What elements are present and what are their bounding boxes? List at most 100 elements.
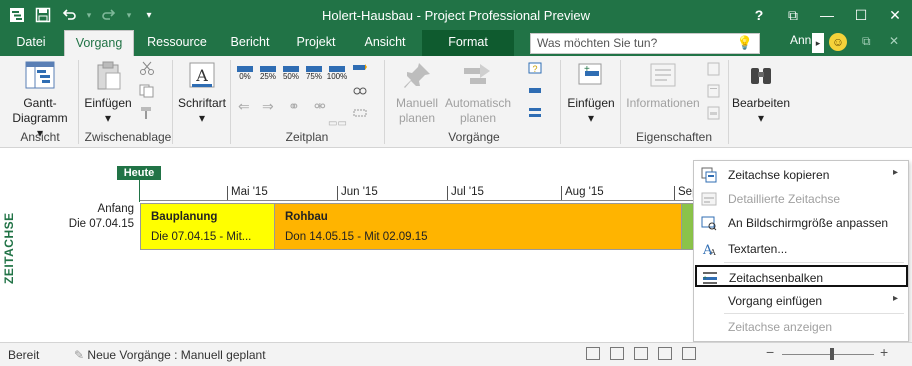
ribbon-display-options-button[interactable]: ⧉ <box>776 0 810 30</box>
menu-separator <box>724 313 904 314</box>
bar-title: Bauplanung <box>151 211 218 223</box>
feedback-smiley-icon[interactable]: ☺ <box>829 33 847 51</box>
schriftart-label: Schriftart <box>177 96 226 110</box>
cut-icon[interactable] <box>139 61 155 75</box>
respect-links-icon[interactable] <box>352 84 368 98</box>
group-label-ansicht: Ansicht <box>20 130 60 144</box>
pct-25-button[interactable]: 25% <box>257 66 279 81</box>
pct-50-button[interactable]: 50% <box>280 66 302 81</box>
view-shortcuts <box>586 347 696 360</box>
context-menu: Zeitachse kopieren ▸ Detaillierte Zeitac… <box>693 160 909 342</box>
menu-item-textarten[interactable]: AA Textarten... <box>696 238 906 260</box>
group-separator <box>560 60 561 144</box>
tab-vorgang[interactable]: Vorgang <box>64 30 134 56</box>
zoom-in-button[interactable]: + <box>880 344 888 360</box>
today-line <box>139 180 140 202</box>
timeline-bar-rohbau[interactable]: Rohbau Don 14.05.15 - Mit 02.09.15 <box>275 203 682 250</box>
fit-screen-icon <box>701 215 717 231</box>
menu-item-zeitachsenbalken[interactable]: + Zeitachsenbalken <box>695 265 908 287</box>
einfuegen-paste-button[interactable]: Einfügen ▾ <box>82 58 134 126</box>
zoom-slider[interactable]: − + <box>766 344 896 362</box>
einfuegen-task-button[interactable]: + Einfügen ▾ <box>564 58 618 126</box>
today-marker: Heute <box>117 166 161 180</box>
tab-ressource[interactable]: Ressource <box>138 30 216 56</box>
menu-item-label: Zeitachse anzeigen <box>728 320 833 334</box>
menu-item-zeitachse-anzeigen[interactable]: Zeitachse anzeigen <box>696 316 906 338</box>
user-name[interactable]: Ann <box>790 33 811 47</box>
ribbon-close-icon[interactable]: ✕ <box>889 34 899 48</box>
tab-ansicht[interactable]: Ansicht <box>350 30 420 56</box>
font-icon: A <box>186 60 218 92</box>
view-report-icon[interactable] <box>682 347 696 360</box>
view-resource-sheet-icon[interactable] <box>658 347 672 360</box>
add-to-timeline-icon[interactable] <box>706 106 722 120</box>
zoom-out-button[interactable]: − <box>766 344 774 360</box>
group-label-zeitplan: Zeitplan <box>285 130 329 144</box>
view-gantt-icon[interactable] <box>586 347 600 360</box>
move-task-icon[interactable] <box>528 84 544 98</box>
indent-icon[interactable]: ⇒ <box>262 98 274 115</box>
tell-me-search[interactable]: Was möchten Sie tun? 💡 <box>530 33 760 54</box>
ribbon-restore-icon[interactable]: ⧉ <box>862 34 871 49</box>
mode-icon[interactable] <box>528 106 544 120</box>
schriftart-arrow: ▾ <box>198 111 206 125</box>
outdent-icon[interactable]: ⇐ <box>238 98 250 115</box>
manuell-planen-button[interactable]: Manuell planen <box>392 58 442 126</box>
unlink-tasks-icon[interactable]: ⚮ <box>314 98 326 115</box>
details-icon[interactable] <box>706 84 722 98</box>
format-painter-icon[interactable] <box>139 106 155 120</box>
automatisch-planen-button[interactable]: Automatisch planen <box>442 58 514 126</box>
zoom-track[interactable] <box>782 354 874 355</box>
menu-item-detaillierte-zeitachse[interactable]: Detaillierte Zeitachse <box>696 188 906 210</box>
minimize-button[interactable]: — <box>810 0 844 30</box>
tab-format[interactable]: Format <box>422 30 514 56</box>
close-button[interactable]: ✕ <box>878 0 912 30</box>
status-bar: Bereit ✎ Neue Vorgänge : Manuell geplant… <box>0 342 912 366</box>
copy-icon[interactable] <box>139 84 155 98</box>
help-button[interactable]: ? <box>742 0 776 30</box>
group-label-zwischenablage: Zwischenablage <box>84 130 172 144</box>
menu-item-vorgang-einfuegen[interactable]: Vorgang einfügen ▸ <box>696 290 906 312</box>
start-label: Anfang <box>97 203 134 215</box>
bearbeiten-button[interactable]: Bearbeiten ▾ <box>730 58 792 126</box>
gantt-label-line1: Gantt- <box>23 96 57 110</box>
mark-on-track-icon[interactable] <box>352 62 368 76</box>
maximize-button[interactable]: ☐ <box>844 0 878 30</box>
month-label-jun: Jun '15 <box>337 186 378 200</box>
notes-icon[interactable] <box>706 62 722 76</box>
view-team-planner-icon[interactable] <box>634 347 648 360</box>
view-task-usage-icon[interactable] <box>610 347 624 360</box>
schriftart-button[interactable]: A Schriftart ▾ <box>176 58 228 126</box>
menu-item-an-bildschirmgroesse-anpassen[interactable]: An Bildschirmgröße anpassen <box>696 212 906 234</box>
pct-75-button[interactable]: 75% <box>303 66 325 81</box>
group-label-vorgaenge: Vorgänge <box>448 130 500 144</box>
copy-timeline-icon <box>701 167 717 183</box>
informationen-button[interactable]: Informationen <box>622 58 704 111</box>
detailed-timeline-icon <box>701 191 717 207</box>
split-task-icon[interactable]: ▭▭ <box>328 118 347 129</box>
zoom-thumb[interactable] <box>830 348 834 360</box>
svg-text:+: + <box>584 64 590 75</box>
group-separator <box>172 60 173 144</box>
binoculars-icon <box>745 60 777 92</box>
link-tasks-icon[interactable]: ⚭ <box>288 98 300 115</box>
gantt-chart-icon <box>24 60 56 92</box>
user-expand-arrow-icon[interactable]: ▸ <box>812 33 824 53</box>
inactivate-icon[interactable] <box>352 106 368 120</box>
tab-projekt[interactable]: Projekt <box>284 30 348 56</box>
window-controls: ? ⧉ — ☐ ✕ <box>742 0 912 30</box>
title-bar: ▾ ▾ ▾ Holert-Hausbau - Project Professio… <box>0 0 912 30</box>
pct-100-button[interactable]: 100% <box>326 66 348 81</box>
menu-item-label: Zeitachsenbalken <box>729 271 824 285</box>
gantt-diagramm-button[interactable]: Gantt- Diagramm ▾ <box>8 58 72 141</box>
svg-text:+: + <box>703 275 707 282</box>
inspect-icon[interactable]: ? <box>528 62 544 76</box>
tab-bericht[interactable]: Bericht <box>218 30 282 56</box>
pct-0-button[interactable]: 0% <box>234 66 256 81</box>
timeline-side-label: ZEITACHSE <box>2 212 16 284</box>
status-new-tasks-mode[interactable]: ✎ Neue Vorgänge : Manuell geplant <box>74 348 266 362</box>
timeline-scale <box>140 200 700 201</box>
timeline-bar-bauplanung[interactable]: Bauplanung Die 07.04.15 - Mit... <box>140 203 275 250</box>
tab-datei[interactable]: Datei <box>0 30 62 56</box>
menu-item-zeitachse-kopieren[interactable]: Zeitachse kopieren ▸ <box>696 164 906 186</box>
